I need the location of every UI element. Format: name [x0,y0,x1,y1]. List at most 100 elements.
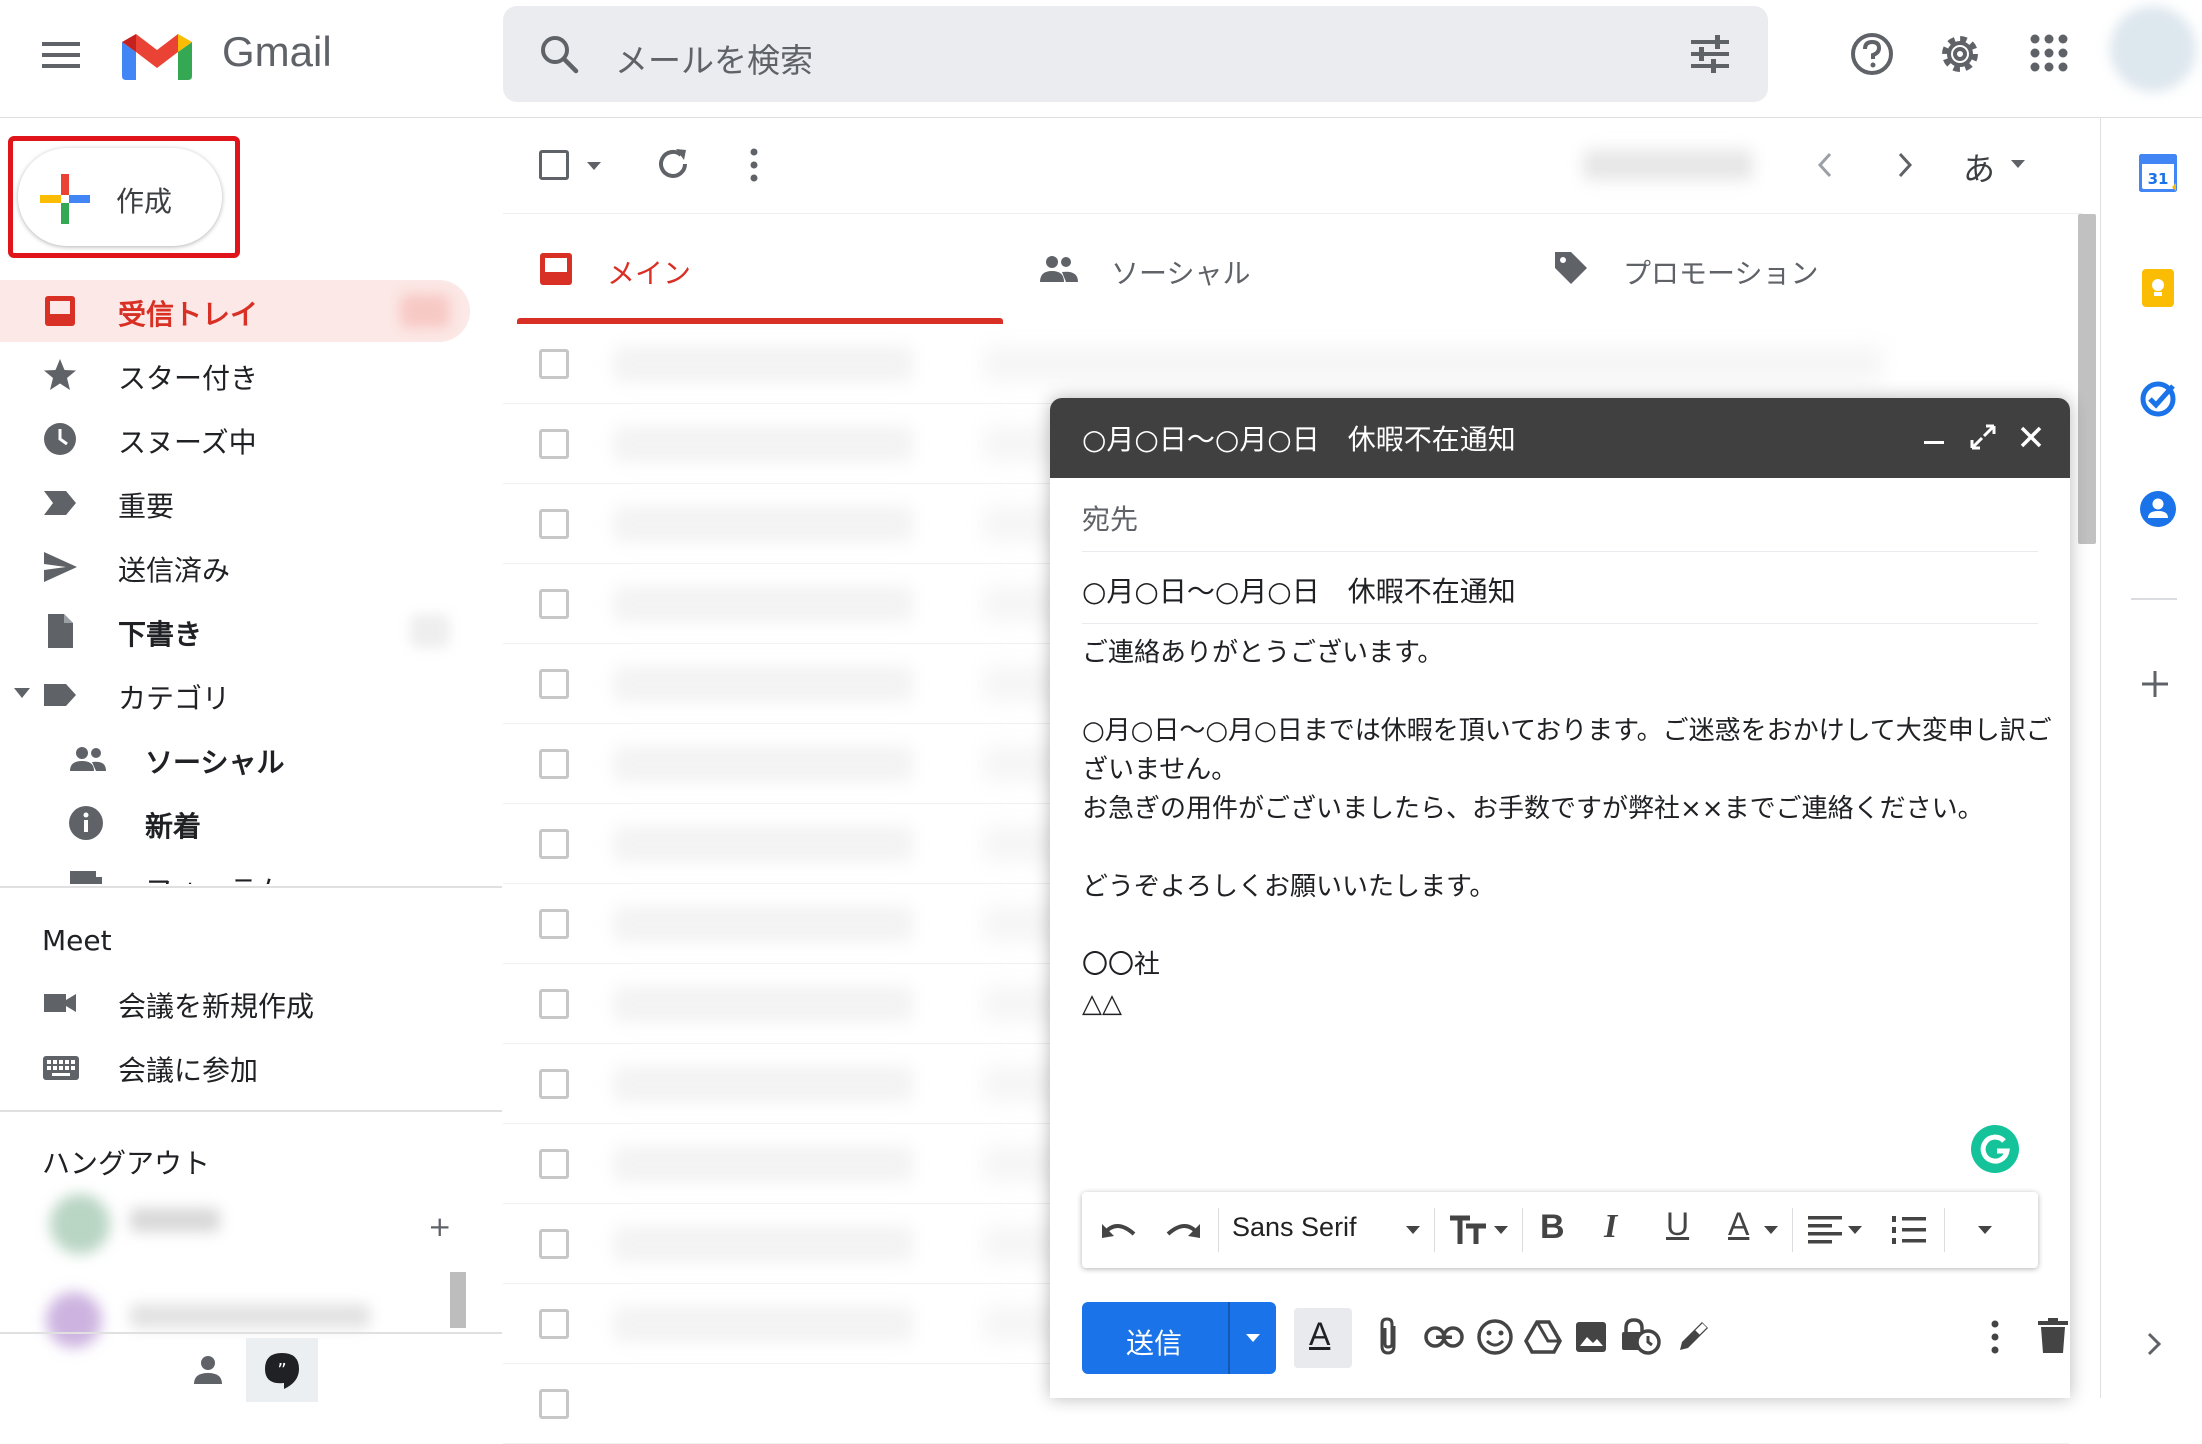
fullscreen-icon[interactable] [1970,424,1996,450]
insert-photo-icon[interactable] [1574,1320,1608,1354]
italic-icon[interactable]: I [1604,1208,1617,1246]
dropdown-arrow-icon[interactable] [1848,1226,1862,1234]
expand-arrow-icon[interactable] [14,688,30,700]
calendar-icon[interactable]: 31 [2139,154,2177,192]
discard-draft-trash-icon[interactable] [2038,1318,2068,1354]
tab-primary[interactable]: メイン [517,214,1003,324]
row-checkbox[interactable] [539,749,569,779]
row-checkbox[interactable] [539,589,569,619]
account-avatar[interactable] [2110,6,2196,92]
select-dropdown-icon[interactable] [587,162,601,170]
hangouts-contact-2[interactable] [40,1278,440,1358]
sidebar-item-new-meeting[interactable]: 会議を新規作成 [0,972,470,1034]
undo-icon[interactable] [1100,1216,1138,1242]
help-icon[interactable] [1850,32,1894,76]
dropdown-arrow-icon[interactable] [1406,1226,1420,1234]
attach-file-icon[interactable] [1376,1316,1400,1356]
hangouts-add-icon[interactable]: + [428,1210,451,1243]
insert-link-icon[interactable] [1424,1326,1464,1348]
previous-page-icon[interactable] [1817,152,1833,178]
contacts-person-icon[interactable] [190,1352,226,1388]
row-checkbox[interactable] [539,1149,569,1179]
signature-pen-icon[interactable] [1676,1318,1712,1354]
tasks-icon[interactable] [2139,380,2177,418]
sidebar-item-label: 送信済み [118,554,231,587]
tab-social[interactable]: ソーシャル [1003,214,1513,324]
sidebar-item-drafts[interactable]: 下書き [0,600,470,662]
sidebar-item-inbox[interactable]: 受信トレイ [0,280,470,342]
search-input[interactable]: メールを検索 [615,34,813,82]
expand-panel-icon[interactable] [2147,1332,2161,1356]
google-drive-icon[interactable] [1524,1320,1562,1354]
sidebar-item-important[interactable]: 重要 [0,472,470,534]
compose-button[interactable]: 作成 [18,148,222,246]
row-checkbox[interactable] [539,349,569,379]
font-family-select[interactable]: Sans Serif [1232,1212,1357,1243]
align-icon[interactable] [1808,1216,1842,1244]
row-checkbox[interactable] [539,909,569,939]
sidebar-item-social[interactable]: ソーシャル [0,728,470,790]
gmail-logo-icon[interactable] [120,28,194,82]
grammarly-icon[interactable] [1970,1124,2020,1174]
table-row[interactable] [503,324,2069,404]
sidebar-item-snoozed[interactable]: スヌーズ中 [0,408,470,470]
subject-input[interactable]: ○月○日〜○月○日 休暇不在通知 [1082,570,1516,610]
send-options-dropdown-icon[interactable] [1246,1334,1260,1342]
next-page-icon[interactable] [1897,152,1913,178]
dropdown-arrow-icon[interactable] [1494,1226,1508,1234]
compose-header[interactable]: ○月○日〜○月○日 休暇不在通知 [1050,398,2070,478]
sidebar-item-categories[interactable]: カテゴリ [0,664,470,726]
message-body[interactable]: ご連絡ありがとうございます。 ○月○日〜○月○日までは休暇を頂いております。ご迷… [1082,634,2052,1024]
row-checkbox[interactable] [539,1069,569,1099]
search-options-icon[interactable] [1689,34,1731,74]
hangouts-tab-button[interactable]: ” [246,1338,318,1402]
add-addon-icon[interactable] [2141,670,2169,698]
select-all-checkbox[interactable] [539,150,569,180]
row-checkbox[interactable] [539,509,569,539]
confidential-mode-icon[interactable] [1620,1316,1662,1356]
keep-icon[interactable] [2141,268,2175,308]
contacts-icon[interactable] [2139,490,2177,528]
row-checkbox[interactable] [539,989,569,1019]
row-checkbox[interactable] [539,429,569,459]
search-icon[interactable] [539,34,579,74]
minimize-icon[interactable] [1924,440,1944,446]
refresh-icon[interactable] [655,146,691,182]
tab-promotions[interactable]: プロモーション [1513,214,2073,324]
bold-icon[interactable]: B [1540,1208,1565,1247]
redo-icon[interactable] [1164,1216,1202,1242]
more-formatting-icon[interactable] [1978,1226,1992,1234]
row-checkbox[interactable] [539,1389,569,1419]
sidebar-item-forums[interactable]: フォーラム [0,856,470,884]
formatting-options-button[interactable]: A [1294,1308,1352,1368]
settings-gear-icon[interactable] [1938,32,1982,76]
row-checkbox[interactable] [539,669,569,699]
recipients-field[interactable]: 宛先 [1082,480,2038,552]
sidebar-item-join-meeting[interactable]: 会議に参加 [0,1036,470,1098]
numbered-list-icon[interactable] [1890,1214,1926,1246]
more-options-icon[interactable] [1990,1320,2000,1354]
more-options-icon[interactable] [749,148,759,182]
apps-grid-icon[interactable] [2030,34,2068,72]
sidebar-item-updates[interactable]: 新着 [0,792,470,854]
main-scrollbar[interactable] [2078,214,2096,544]
dropdown-arrow-icon[interactable] [1764,1226,1778,1234]
sidebar-item-starred[interactable]: スター付き [0,344,470,406]
row-checkbox[interactable] [539,1229,569,1259]
subject-field[interactable]: ○月○日〜○月○日 休暇不在通知 [1082,552,2038,624]
input-tools-button[interactable]: あ [1963,144,1995,190]
close-icon[interactable] [2020,426,2042,448]
sidebar-scrollbar[interactable] [450,1272,466,1328]
text-color-icon[interactable]: A [1728,1206,1749,1243]
emoji-icon[interactable] [1476,1318,1514,1356]
row-checkbox[interactable] [539,1309,569,1339]
main-menu-icon[interactable] [42,40,80,70]
font-size-icon[interactable] [1448,1214,1488,1246]
search-bar[interactable]: メールを検索 [503,6,1768,102]
input-tools-dropdown-icon[interactable] [2011,160,2025,168]
row-checkbox[interactable] [539,829,569,859]
send-button[interactable]: 送信 [1082,1302,1276,1374]
underline-icon[interactable]: U [1666,1206,1689,1243]
hangouts-contact-1[interactable] [40,1182,440,1278]
sidebar-item-sent[interactable]: 送信済み [0,536,470,598]
